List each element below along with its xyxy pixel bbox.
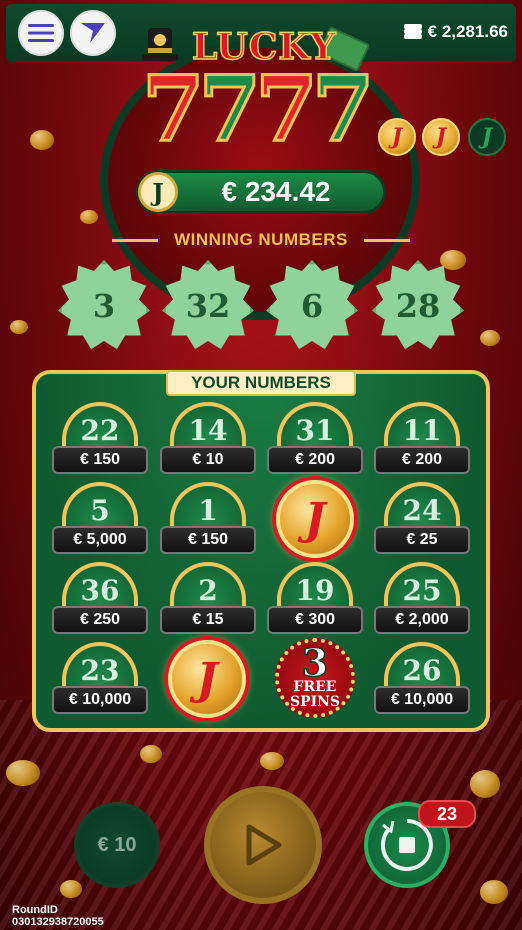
decor-coin xyxy=(140,745,162,763)
decor-coin xyxy=(480,880,508,904)
your-numbers-title: YOUR NUMBERS xyxy=(166,370,356,396)
round-id-value: 030132938720055 xyxy=(12,916,104,928)
cell-prize: € 5,000 xyxy=(52,526,148,554)
cell-prize: € 10,000 xyxy=(52,686,148,714)
winning-number: 32 xyxy=(162,260,254,352)
number-cell[interactable]: 19 € 300 xyxy=(267,562,363,636)
decor-coin xyxy=(30,130,54,150)
brand-button[interactable] xyxy=(70,10,116,56)
round-id-label: RoundID xyxy=(12,904,58,916)
decor-coin xyxy=(260,752,284,770)
cell-prize: € 10 xyxy=(160,446,256,474)
number-cell[interactable]: 36 € 250 xyxy=(52,562,148,636)
cell-prize: € 150 xyxy=(52,446,148,474)
cell-prize: € 200 xyxy=(374,446,470,474)
decor-coin xyxy=(80,210,98,224)
jackpot-token-icon: J xyxy=(138,172,178,212)
cell-prize: € 10,000 xyxy=(374,686,470,714)
decor-coin xyxy=(470,770,500,798)
number-cell[interactable]: 25 € 2,000 xyxy=(374,562,470,636)
free-spins-label: FREE xyxy=(293,679,337,695)
balance-display: € 2,281.66 xyxy=(403,22,508,42)
jackpot-token: J xyxy=(468,118,506,156)
number-cell[interactable]: 26 € 10,000 xyxy=(374,642,470,716)
jackpot-amount: € 234.42 xyxy=(221,176,331,207)
play-icon xyxy=(246,824,282,866)
free-spins-label: SPINS xyxy=(289,694,341,710)
number-cell[interactable]: 24 € 25 xyxy=(374,482,470,556)
number-cell[interactable]: 5 € 5,000 xyxy=(52,482,148,556)
logo-digit: 7 xyxy=(254,56,320,162)
jackpot-symbol-cell[interactable]: J xyxy=(276,480,354,558)
logo-sevens: 7777 xyxy=(141,63,376,156)
number-cell[interactable]: 23 € 10,000 xyxy=(52,642,148,716)
hamburger-icon xyxy=(28,24,54,42)
winning-number: 3 xyxy=(58,260,150,352)
cell-prize: € 15 xyxy=(160,606,256,634)
cell-prize: € 2,000 xyxy=(374,606,470,634)
play-button[interactable] xyxy=(204,786,322,904)
autoplay-count-badge: 23 xyxy=(418,800,476,828)
number-cell[interactable]: 14 € 10 xyxy=(160,402,256,476)
jackpot-token: J xyxy=(378,118,416,156)
number-cell[interactable]: 22 € 150 xyxy=(52,402,148,476)
winning-number: 28 xyxy=(372,260,464,352)
menu-button[interactable] xyxy=(18,10,64,56)
coin-stack-icon xyxy=(403,24,422,40)
cell-prize: € 300 xyxy=(267,606,363,634)
free-spins-cell[interactable]: 3 FREE SPINS xyxy=(275,638,355,718)
bet-button[interactable]: € 10 xyxy=(74,802,160,888)
cell-prize: € 25 xyxy=(374,526,470,554)
cell-prize: € 250 xyxy=(52,606,148,634)
round-id: RoundID 030132938720055 xyxy=(12,904,104,928)
decor-coin xyxy=(6,760,40,786)
chevron-logo-icon xyxy=(81,23,105,43)
decor-coin xyxy=(10,320,28,334)
logo-digit: 7 xyxy=(310,56,376,162)
balance-amount: € 2,281.66 xyxy=(427,22,508,41)
cell-prize: € 200 xyxy=(267,446,363,474)
logo-digit: 7 xyxy=(141,56,207,162)
number-cell[interactable]: 1 € 150 xyxy=(160,482,256,556)
number-cell[interactable]: 11 € 200 xyxy=(374,402,470,476)
decor-coin xyxy=(60,880,82,898)
number-cell[interactable]: 31 € 200 xyxy=(267,402,363,476)
free-spins-count: 3 xyxy=(301,640,329,685)
number-cell[interactable]: 2 € 15 xyxy=(160,562,256,636)
logo-digit: 7 xyxy=(197,56,263,162)
cell-prize: € 150 xyxy=(160,526,256,554)
jackpot-symbol-cell[interactable]: J xyxy=(168,640,246,718)
winning-numbers-title: WINNING NUMBERS xyxy=(100,230,422,250)
decor-coin xyxy=(480,330,500,346)
winning-number: 6 xyxy=(266,260,358,352)
jackpot-token: J xyxy=(422,118,460,156)
